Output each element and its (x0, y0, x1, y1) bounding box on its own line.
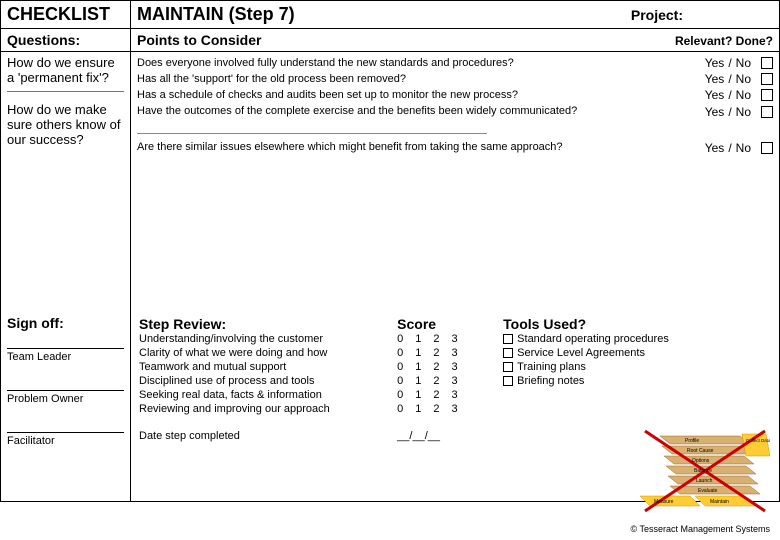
review-row: Disciplined use of process and tools0123 (139, 374, 487, 388)
checkbox-icon[interactable] (761, 106, 773, 118)
checkbox-icon[interactable] (761, 142, 773, 154)
score-options[interactable]: 0123 (397, 333, 487, 345)
svg-text:Balance: Balance (694, 468, 712, 474)
yes-no-option[interactable]: Yes/No (697, 140, 773, 156)
header-checklist: CHECKLIST (1, 1, 131, 29)
score-options[interactable]: 0123 (397, 389, 487, 401)
qa-row: How do we ensure a 'permanent fix'? How … (1, 52, 780, 312)
review-section: Step Review: Score Understanding/involvi… (131, 312, 495, 447)
subheader-points-rel: Points to Consider Relevant? Done? (131, 29, 780, 52)
tool-item[interactable]: Briefing notes (503, 374, 771, 388)
score-options[interactable]: 0123 (397, 347, 487, 359)
svg-text:Maintain: Maintain (710, 499, 729, 505)
subheader-questions: Questions: (1, 29, 131, 52)
svg-text:Measure: Measure (654, 499, 674, 505)
svg-text:Root Cause: Root Cause (687, 448, 714, 454)
yes-no-option[interactable]: Yes/No (697, 104, 773, 120)
tool-item[interactable]: Training plans (503, 360, 771, 374)
checkbox-icon[interactable] (761, 89, 773, 101)
svg-text:Launch: Launch (696, 478, 713, 484)
checkbox-icon[interactable] (761, 73, 773, 85)
review-row: Seeking real data, facts & information01… (139, 388, 487, 402)
tool-item[interactable]: Standard operating procedures (503, 332, 771, 346)
checkbox-icon[interactable] (503, 334, 513, 344)
review-row: Understanding/involving the customer0123 (139, 332, 487, 346)
point-row: Does everyone involved fully understand … (137, 55, 773, 71)
signoff-title: Sign off: (7, 315, 124, 331)
sign-role: Facilitator (7, 435, 124, 447)
tool-item[interactable]: Service Level Agreements (503, 346, 771, 360)
review-row: Reviewing and improving our approach0123 (139, 402, 487, 416)
checkbox-icon[interactable] (761, 57, 773, 69)
date-blank[interactable]: __/__/__ (397, 430, 487, 442)
point-text: Have the outcomes of the complete exerci… (137, 104, 697, 119)
point-text: Does everyone involved fully understand … (137, 56, 697, 71)
review-title: Step Review: (139, 316, 226, 332)
yes-no-option[interactable]: Yes/No (697, 87, 773, 103)
sign-line[interactable] (7, 419, 124, 433)
question-1: How do we ensure a 'permanent fix'? (7, 55, 124, 85)
point-row: Has a schedule of checks and audits been… (137, 87, 773, 103)
checkbox-icon[interactable] (503, 362, 513, 372)
checkbox-icon[interactable] (503, 376, 513, 386)
points-cell: Does everyone involved fully understand … (131, 52, 780, 312)
point-text: Are there similar issues elsewhere which… (137, 140, 697, 155)
point-row: Are there similar issues elsewhere which… (137, 140, 773, 156)
yes-no-option[interactable]: Yes/No (697, 71, 773, 87)
question-2: How do we make sure others know of our s… (7, 102, 124, 147)
score-title: Score (397, 316, 487, 332)
point-text: Has all the 'support' for the old proces… (137, 72, 697, 87)
svg-text:Collect Data: Collect Data (746, 438, 770, 443)
checkbox-icon[interactable] (503, 348, 513, 358)
questions-cell: How do we ensure a 'permanent fix'? How … (1, 52, 131, 312)
point-row: Has all the 'support' for the old proces… (137, 71, 773, 87)
signoff-cell: Sign off: Team Leader Problem Owner Faci… (1, 312, 131, 502)
svg-text:Profile: Profile (685, 438, 699, 444)
svg-text:Evaluate: Evaluate (698, 488, 718, 494)
sign-role: Problem Owner (7, 393, 124, 405)
review-row: Teamwork and mutual support0123 (139, 360, 487, 374)
date-row: Date step completed __/__/__ (139, 426, 487, 443)
header-project: Project: (631, 7, 773, 23)
sign-role: Team Leader (7, 351, 124, 363)
sign-line[interactable] (7, 377, 124, 391)
score-options[interactable]: 0123 (397, 403, 487, 415)
review-row: Clarity of what we were doing and how012… (139, 346, 487, 360)
header-step-project: MAINTAIN (Step 7) Project: (131, 1, 780, 29)
subheader-relevant-done: Relevant? Done? (675, 34, 773, 48)
copyright: © Tesseract Management Systems (630, 524, 770, 534)
header-step: MAINTAIN (Step 7) (137, 4, 295, 25)
tools-title: Tools Used? (503, 316, 771, 332)
process-diagram: Profile Root Cause Options Balance Launc… (640, 426, 770, 516)
score-options[interactable]: 0123 (397, 375, 487, 387)
subheader-points: Points to Consider (137, 32, 261, 48)
point-row: Have the outcomes of the complete exerci… (137, 104, 773, 120)
point-text: Has a schedule of checks and audits been… (137, 88, 697, 103)
yes-no-option[interactable]: Yes/No (697, 55, 773, 71)
sign-line[interactable] (7, 335, 124, 349)
svg-text:Options: Options (692, 458, 710, 464)
date-label: Date step completed (139, 430, 240, 442)
score-options[interactable]: 0123 (397, 361, 487, 373)
